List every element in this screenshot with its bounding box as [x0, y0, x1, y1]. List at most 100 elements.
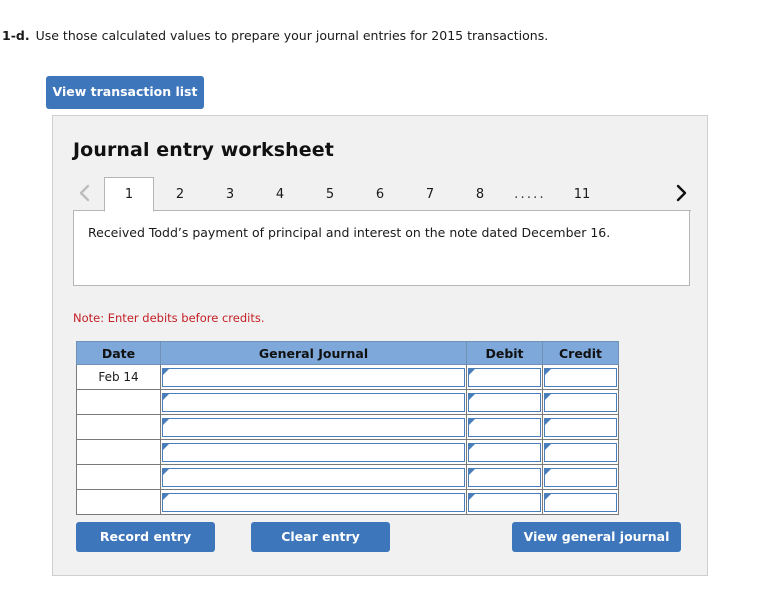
next-entry-button[interactable]	[669, 180, 691, 206]
view-transaction-list-button[interactable]: View transaction list	[46, 76, 204, 109]
worksheet-tab-3[interactable]: 3	[205, 177, 255, 211]
column-header-general-journal: General Journal	[160, 341, 467, 365]
worksheet-tab-11[interactable]: 11	[557, 177, 607, 211]
table-row	[76, 439, 619, 465]
cell-debit	[466, 414, 543, 440]
journal-table-body: Feb 14	[76, 364, 619, 515]
cell-credit	[542, 364, 619, 390]
cell-date[interactable]: Feb 14	[76, 364, 161, 390]
table-row	[76, 414, 619, 440]
cell-general-journal	[160, 364, 467, 390]
worksheet-tab-2[interactable]: 2	[155, 177, 205, 211]
journal-entry-worksheet-panel: Journal entry worksheet 1 2 3 4 5 6 7 8..... 11 …	[52, 115, 708, 576]
general-journal-input[interactable]	[162, 442, 465, 462]
column-header-date: Date	[76, 341, 161, 365]
credit-input[interactable]	[544, 392, 617, 412]
worksheet-tab-label: 7	[425, 186, 435, 202]
worksheet-tab-label: 3	[225, 186, 235, 202]
journal-entry-table: Date General Journal Debit Credit Feb 14	[76, 341, 619, 515]
chevron-right-icon	[674, 183, 687, 203]
worksheet-tab-8[interactable]: 8	[455, 177, 505, 211]
dropdown-marker-icon	[545, 468, 551, 475]
worksheet-tab-label: 6	[375, 186, 385, 202]
worksheet-tab-4[interactable]: 4	[255, 177, 305, 211]
table-row	[76, 389, 619, 415]
dropdown-marker-icon	[469, 468, 475, 475]
cell-date[interactable]	[76, 389, 161, 415]
dropdown-marker-icon	[469, 368, 475, 375]
credit-input[interactable]	[544, 467, 617, 487]
dropdown-marker-icon	[163, 418, 169, 425]
cell-date[interactable]	[76, 464, 161, 490]
debit-input[interactable]	[468, 492, 541, 512]
date-value: Feb 14	[98, 370, 139, 384]
debit-input[interactable]	[468, 467, 541, 487]
worksheet-tab-label: 11	[573, 186, 591, 202]
cell-debit	[466, 389, 543, 415]
cell-date[interactable]	[76, 439, 161, 465]
dropdown-marker-icon	[469, 443, 475, 450]
transaction-description-text: Received Todd’s payment of principal and…	[88, 225, 611, 240]
dropdown-marker-icon	[545, 393, 551, 400]
debit-input[interactable]	[468, 367, 541, 387]
cell-general-journal	[160, 389, 467, 415]
dropdown-marker-icon	[163, 393, 169, 400]
general-journal-input[interactable]	[162, 492, 465, 512]
column-header-debit: Debit	[466, 341, 543, 365]
general-journal-input[interactable]	[162, 392, 465, 412]
cell-debit	[466, 439, 543, 465]
column-header-credit: Credit	[542, 341, 619, 365]
clear-entry-button[interactable]: Clear entry	[251, 522, 390, 552]
worksheet-title: Journal entry worksheet	[73, 139, 334, 161]
cell-general-journal	[160, 489, 467, 515]
cell-credit	[542, 414, 619, 440]
prev-entry-button[interactable]	[73, 180, 95, 206]
cell-date[interactable]	[76, 489, 161, 515]
dropdown-marker-icon	[545, 418, 551, 425]
cell-debit	[466, 489, 543, 515]
table-row	[76, 464, 619, 490]
record-entry-button[interactable]: Record entry	[76, 522, 215, 552]
worksheet-tab-1[interactable]: 1	[104, 177, 154, 212]
chevron-left-icon	[78, 183, 91, 203]
cell-date[interactable]	[76, 414, 161, 440]
table-header-row: Date General Journal Debit Credit	[76, 341, 619, 365]
cell-general-journal	[160, 414, 467, 440]
debits-before-credits-note: Note: Enter debits before credits.	[73, 311, 265, 325]
credit-input[interactable]	[544, 367, 617, 387]
debit-input[interactable]	[468, 392, 541, 412]
dropdown-marker-icon	[545, 368, 551, 375]
dropdown-marker-icon	[545, 443, 551, 450]
credit-input[interactable]	[544, 417, 617, 437]
question-text: Use those calculated values to prepare y…	[35, 28, 549, 43]
cell-general-journal	[160, 464, 467, 490]
question-number: 1-d.	[2, 28, 30, 43]
debit-input[interactable]	[468, 417, 541, 437]
worksheet-tab-7[interactable]: 7	[405, 177, 455, 211]
worksheet-tab-label: 1	[124, 187, 134, 202]
worksheet-tab-6[interactable]: 6	[355, 177, 405, 211]
credit-input[interactable]	[544, 492, 617, 512]
general-journal-input[interactable]	[162, 367, 465, 387]
cell-debit	[466, 364, 543, 390]
cell-debit	[466, 464, 543, 490]
general-journal-input[interactable]	[162, 467, 465, 487]
dropdown-marker-icon	[545, 493, 551, 500]
dropdown-marker-icon	[163, 468, 169, 475]
worksheet-tab-5[interactable]: 5	[305, 177, 355, 211]
credit-input[interactable]	[544, 442, 617, 462]
cell-credit	[542, 464, 619, 490]
cell-credit	[542, 389, 619, 415]
dropdown-marker-icon	[469, 393, 475, 400]
dropdown-marker-icon	[163, 493, 169, 500]
cell-credit	[542, 439, 619, 465]
table-row	[76, 489, 619, 515]
worksheet-tab-label: 4	[275, 186, 285, 202]
table-row: Feb 14	[76, 364, 619, 390]
cell-general-journal	[160, 439, 467, 465]
debit-input[interactable]	[468, 442, 541, 462]
transaction-description-box: Received Todd’s payment of principal and…	[73, 210, 690, 286]
general-journal-input[interactable]	[162, 417, 465, 437]
view-general-journal-button[interactable]: View general journal	[512, 522, 681, 552]
worksheet-tab-label: 8	[475, 186, 485, 202]
